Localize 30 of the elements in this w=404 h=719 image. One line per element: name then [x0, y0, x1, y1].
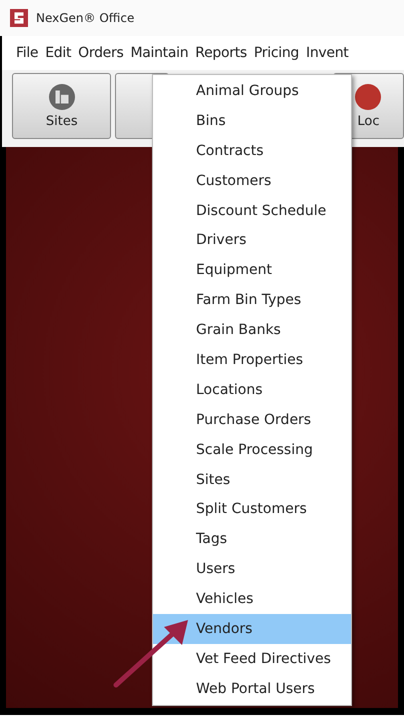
sites-icon	[48, 84, 75, 110]
dropdown-item[interactable]: Purchase Orders	[153, 404, 351, 435]
dropdown-item[interactable]: Vendors	[153, 614, 351, 644]
menu-item[interactable]: Maintain	[130, 45, 188, 61]
dropdown-item[interactable]: Vehicles	[153, 584, 351, 614]
circle-icon	[355, 84, 382, 110]
dropdown-item[interactable]: Customers	[153, 166, 351, 196]
menu-item[interactable]: Pricing	[254, 45, 299, 61]
dropdown-item[interactable]: Grain Banks	[153, 315, 351, 346]
dropdown-item[interactable]: Equipment	[153, 255, 351, 286]
menu-item[interactable]: Reports	[195, 45, 247, 61]
toolbar-button[interactable]: Sites	[12, 73, 112, 139]
menu-item[interactable]: Edit	[45, 45, 72, 61]
dropdown-item[interactable]: Split Customers	[153, 494, 351, 524]
dropdown-item[interactable]: Item Properties	[153, 345, 351, 375]
menu-item[interactable]: File	[16, 45, 38, 61]
dropdown-item[interactable]: Scale Processing	[153, 434, 351, 465]
dropdown-item[interactable]: Drivers	[153, 225, 351, 256]
window-title: NexGen® Office	[36, 11, 134, 25]
dropdown-item[interactable]: Web Portal Users	[153, 674, 351, 704]
dropdown-item[interactable]: Sites	[153, 464, 351, 494]
dropdown-item[interactable]: Farm Bin Types	[153, 285, 351, 316]
dropdown-item[interactable]: Vet Feed Directives	[153, 644, 351, 674]
menu-item[interactable]: Invent	[306, 45, 348, 61]
dropdown-item[interactable]: Users	[153, 554, 351, 584]
dropdown-item[interactable]: Locations	[153, 374, 351, 405]
dropdown-item[interactable]: Tags	[153, 524, 351, 554]
menu-item[interactable]: Orders	[78, 45, 124, 61]
dropdown-item[interactable]: Discount Schedule	[153, 196, 351, 226]
app-logo-icon	[10, 9, 28, 27]
